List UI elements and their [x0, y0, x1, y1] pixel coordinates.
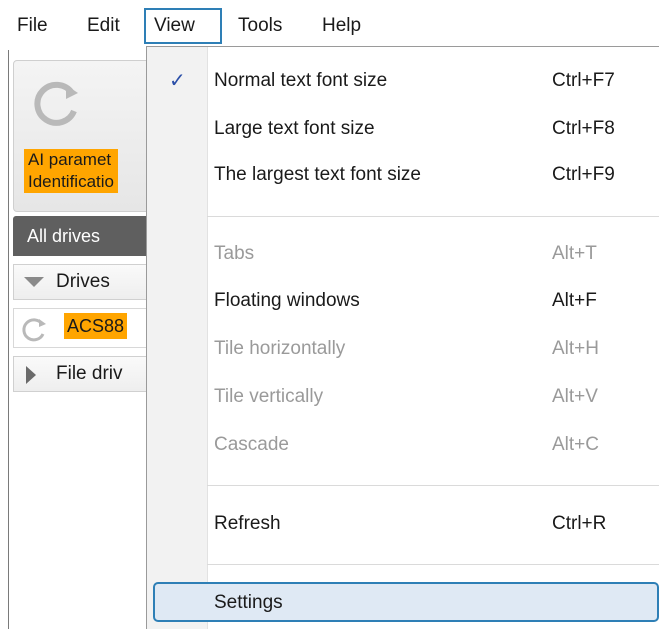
- menu-item-settings[interactable]: Settings: [153, 582, 659, 622]
- menu-separator: [207, 485, 659, 486]
- menu-tools[interactable]: Tools: [230, 8, 290, 44]
- menu-edit[interactable]: Edit: [79, 8, 128, 44]
- menu-item-cascade: Cascade Alt+C: [214, 434, 599, 455]
- menu-bar: File Edit View Tools Help: [0, 0, 659, 50]
- menu-item-floating-windows[interactable]: Floating windows Alt+F: [147, 277, 659, 325]
- view-dropdown-menu: ✓ Normal text font size Ctrl+F7 Large te…: [146, 46, 659, 629]
- menu-separator: [207, 216, 659, 217]
- menu-item-largest-text-font-size[interactable]: The largest text font size Ctrl+F9: [147, 151, 659, 199]
- refresh-arc-icon: [34, 81, 78, 126]
- menu-item-tile-vertically: Tile vertically Alt+V: [214, 386, 598, 407]
- chevron-down-icon: [24, 277, 44, 287]
- drive-status-icon: [22, 318, 46, 342]
- menu-item-refresh[interactable]: Refresh Ctrl+R: [147, 500, 659, 548]
- menu-item-tabs: Tabs Alt+T: [214, 243, 597, 264]
- drive-name: ACS88: [64, 313, 128, 339]
- ai-parameter-label: AI paramet Identificatio: [24, 149, 118, 193]
- drive-item[interactable]: ACS88: [13, 308, 153, 348]
- menu-item-tile-horizontally: Tile horizontally Alt+H: [214, 338, 599, 359]
- drives-group-row[interactable]: Drives: [13, 264, 153, 300]
- file-drives-group-row[interactable]: File driv: [13, 356, 153, 392]
- menu-item-large-text-font-size[interactable]: Large text font size Ctrl+F8: [147, 105, 659, 153]
- file-drives-label: File driv: [56, 363, 123, 384]
- menu-view[interactable]: View: [144, 8, 222, 44]
- menu-help[interactable]: Help: [314, 8, 369, 44]
- checkmark-icon: ✓: [169, 70, 186, 92]
- drives-group-label: Drives: [56, 271, 110, 292]
- tab-all-drives[interactable]: All drives: [13, 216, 153, 256]
- menu-separator: [207, 564, 659, 565]
- ai-parameter-identification-button[interactable]: AI paramet Identificatio: [13, 60, 155, 212]
- chevron-right-icon: [26, 366, 36, 384]
- left-panel: AI paramet Identificatio All drives Driv…: [8, 50, 159, 629]
- menu-file[interactable]: File: [9, 8, 56, 44]
- menu-item-normal-text-font-size[interactable]: ✓ Normal text font size Ctrl+F7: [147, 57, 659, 105]
